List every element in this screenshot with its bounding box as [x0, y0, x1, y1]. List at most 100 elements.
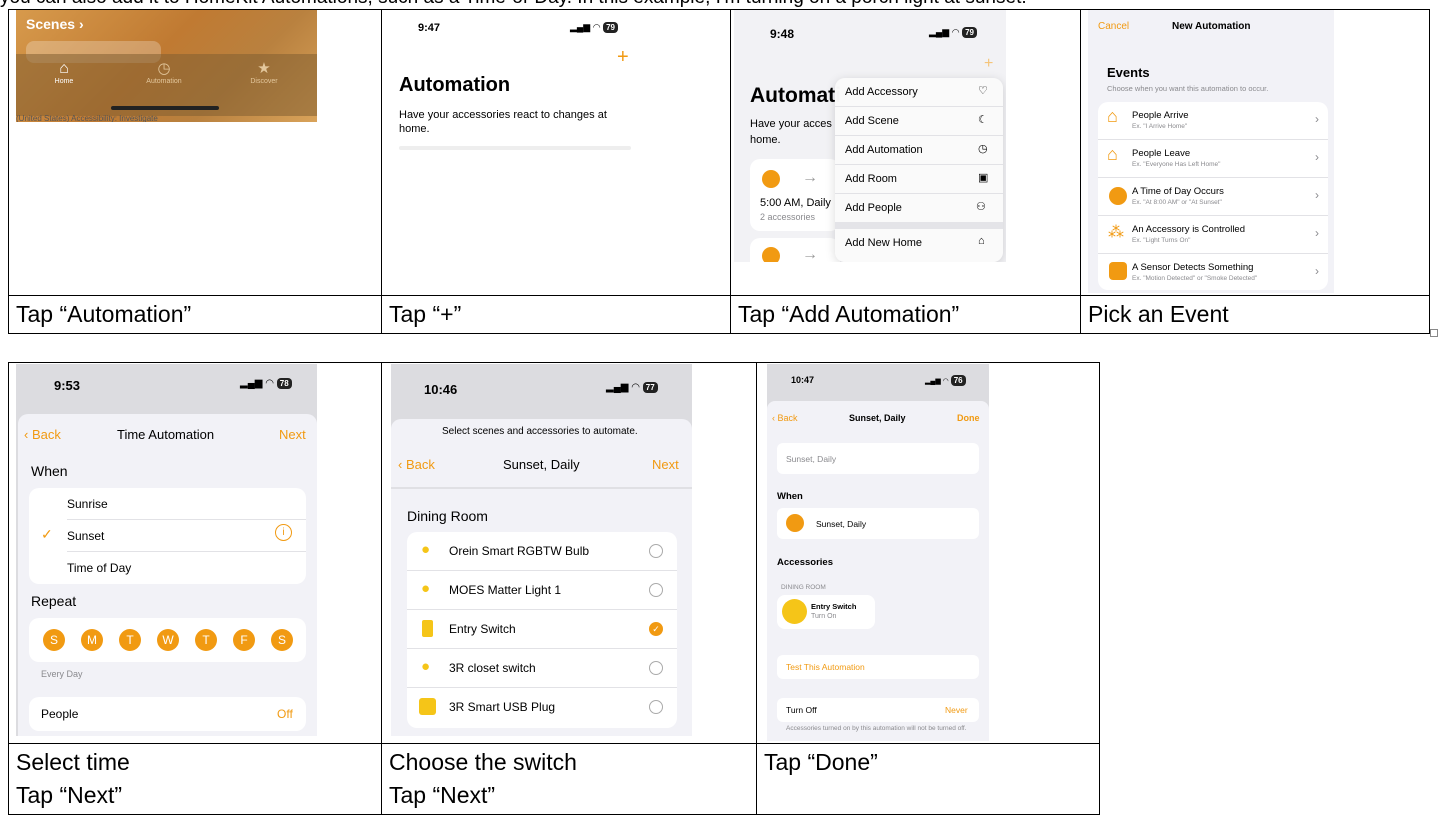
test-automation-button[interactable]: Test This Automation: [777, 655, 979, 679]
next-button[interactable]: Next: [279, 427, 306, 442]
automation-card-2[interactable]: →: [750, 238, 840, 262]
tab-home[interactable]: ⌂ Home: [44, 60, 84, 85]
menu-add-scene[interactable]: Add Scene ☾: [835, 107, 1003, 136]
done-button[interactable]: Done: [957, 413, 980, 423]
back-button[interactable]: ‹ Back: [24, 427, 61, 442]
accessory-moes-light[interactable]: ● MOES Matter Light 1: [407, 571, 677, 610]
caption-7: Tap “Done”: [756, 743, 1100, 815]
event-sensor-detects[interactable]: A Sensor Detects Something Ex. "Motion D…: [1098, 254, 1328, 290]
radio-unchecked[interactable]: [649, 661, 663, 675]
caption-1: Tap “Automation”: [8, 295, 382, 334]
option-time-of-day[interactable]: Time of Day: [67, 552, 306, 583]
event-accessory-controlled[interactable]: ⁂ An Accessory is Controlled Ex. "Light …: [1098, 216, 1328, 254]
day-sunday[interactable]: S: [43, 629, 65, 651]
add-button[interactable]: +: [617, 46, 629, 69]
menu-add-new-home[interactable]: Add New Home ⌂: [835, 229, 1003, 259]
radio-checked[interactable]: ✓: [649, 622, 663, 636]
status-icons: ▂▄▆ ◠ 77: [606, 382, 658, 393]
back-button[interactable]: ‹ Back: [398, 457, 435, 472]
steps-table-row1: Scenes › ⌂ Home ◷ Automation ★ Discover: [8, 9, 1430, 334]
every-day-label: Every Day: [41, 669, 83, 679]
underlying-text: (United States) Accessibility: Investiga…: [16, 114, 158, 122]
caption-5: Select time Tap “Next”: [8, 743, 382, 815]
events-subheading: Choose when you want this automation to …: [1107, 84, 1269, 93]
sheet: ‹ Back Time Automation Next When Sunrise…: [18, 414, 317, 736]
cancel-button[interactable]: Cancel: [1098, 21, 1129, 32]
moon-icon: ☾: [978, 114, 988, 126]
accessory-tile-entry-switch[interactable]: Entry Switch Turn On: [777, 595, 875, 629]
day-tuesday[interactable]: T: [119, 629, 141, 651]
house-arrive-icon: ⌂: [1107, 106, 1118, 126]
events-list: ⌂ People Arrive Ex. "I Arrive Home" › ⌂ …: [1098, 102, 1328, 290]
status-time: 9:47: [418, 22, 441, 34]
lightbulb-icon: ♡: [978, 85, 988, 97]
radio-unchecked[interactable]: [649, 583, 663, 597]
screenshot-cell-6: 10:46 ▂▄▆ ◠ 77 Select scenes and accesso…: [381, 362, 757, 744]
radio-unchecked[interactable]: [649, 544, 663, 558]
accessory-orein-bulb[interactable]: ● Orein Smart RGBTW Bulb: [407, 532, 677, 571]
day-thursday[interactable]: T: [195, 629, 217, 651]
add-button[interactable]: +: [984, 55, 993, 73]
option-sunrise[interactable]: Sunrise: [67, 488, 306, 520]
automation-name-field[interactable]: Sunset, Daily: [777, 443, 979, 474]
radio-unchecked[interactable]: [649, 700, 663, 714]
chevron-right-icon: ›: [1315, 112, 1319, 126]
page-title: Automati: [750, 84, 841, 107]
clock-icon: [762, 170, 780, 188]
checkmark-icon: ✓: [41, 526, 53, 542]
tab-automation[interactable]: ◷ Automation: [144, 60, 184, 85]
menu-add-room[interactable]: Add Room ▣: [835, 165, 1003, 194]
next-button[interactable]: Next: [652, 457, 679, 472]
when-row[interactable]: Sunset, Daily: [777, 508, 979, 539]
tab-discover[interactable]: ★ Discover: [244, 60, 284, 85]
screenshot-automation-empty: 9:47 ▂▄▆ ◠ 79 + Automation Have your acc…: [385, 10, 645, 155]
nav-title: Sunset, Daily: [849, 413, 906, 423]
event-people-arrive[interactable]: ⌂ People Arrive Ex. "I Arrive Home" ›: [1098, 102, 1328, 140]
people-row[interactable]: People Off: [29, 697, 306, 731]
status-icons: ▂▄▆ ◠ 79: [570, 22, 618, 33]
switch-icon: [422, 620, 433, 637]
accessory-entry-switch[interactable]: Entry Switch ✓: [407, 610, 677, 649]
menu-add-people[interactable]: Add People ⚇: [835, 194, 1003, 222]
accessory-network-icon: ⁂: [1108, 224, 1124, 241]
event-people-leave[interactable]: ⌂ People Leave Ex. "Everyone Has Left Ho…: [1098, 140, 1328, 178]
option-sunset[interactable]: Sunset i: [67, 520, 306, 552]
accessory-3r-closet-switch[interactable]: ● 3R closet switch: [407, 649, 677, 688]
events-heading: Events: [1107, 65, 1150, 80]
day-monday[interactable]: M: [81, 629, 103, 651]
screenshot-cell-2: 9:47 ▂▄▆ ◠ 79 + Automation Have your acc…: [381, 9, 731, 296]
page-description-a: Have your acces: [750, 118, 832, 130]
turn-off-row[interactable]: Turn Off Never: [777, 698, 979, 722]
chevron-left-icon: ‹: [398, 457, 403, 472]
chevron-left-icon: ‹: [24, 427, 29, 442]
clock-icon: ◷: [978, 143, 988, 155]
repeat-days: S M T W T F S: [29, 618, 306, 662]
menu-add-automation[interactable]: Add Automation ◷: [835, 136, 1003, 165]
screenshot-time-automation: 9:53 ▂▄▆ ◠ 78 ‹ Back Time Automation Nex…: [16, 364, 317, 736]
day-friday[interactable]: F: [233, 629, 255, 651]
caption-2: Tap “+”: [381, 295, 731, 334]
chevron-left-icon: ‹: [772, 413, 775, 423]
automation-card[interactable]: → 5:00 AM, Daily 2 accessories: [750, 159, 840, 231]
lightbulb-icon: ●: [421, 541, 431, 558]
room-heading: Dining Room: [407, 508, 488, 524]
info-icon[interactable]: i: [275, 524, 292, 541]
nav-title: Time Automation: [117, 427, 215, 442]
resize-handle[interactable]: [1430, 329, 1438, 337]
day-saturday[interactable]: S: [271, 629, 293, 651]
back-button[interactable]: ‹ Back: [772, 413, 798, 423]
caption-6: Choose the switch Tap “Next”: [381, 743, 757, 815]
house-icon: ⌂: [59, 60, 69, 77]
event-time-of-day[interactable]: A Time of Day Occurs Ex. "At 8:00 AM" or…: [1098, 178, 1328, 216]
menu-add-accessory[interactable]: Add Accessory ♡: [835, 78, 1003, 107]
star-icon: ★: [257, 60, 271, 77]
accessory-3r-usb-plug[interactable]: 3R Smart USB Plug: [407, 688, 677, 726]
clock-icon: [1109, 187, 1127, 205]
people-icon: ⚇: [976, 201, 986, 213]
clock-icon: ◷: [157, 60, 171, 77]
arrow-right-icon: →: [802, 169, 818, 186]
sensor-icon: [1109, 262, 1127, 280]
day-wednesday[interactable]: W: [157, 629, 179, 651]
house-icon: ⌂: [978, 235, 985, 247]
screenshot-cell-7: 10:47 ▂▄▆ ◠ 76 ‹ Back Sunset, Daily Done…: [756, 362, 1100, 744]
